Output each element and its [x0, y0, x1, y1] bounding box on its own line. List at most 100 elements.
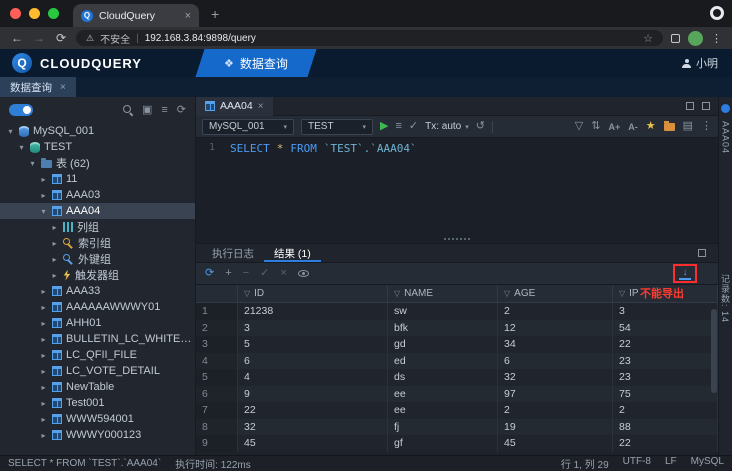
tree-item[interactable]: ▸ NewTable: [0, 379, 195, 395]
table-cell[interactable]: 22: [613, 435, 718, 452]
add-row-icon[interactable]: +: [225, 268, 231, 279]
table-cell[interactable]: 23: [613, 352, 718, 369]
fullscreen-icon[interactable]: [686, 102, 694, 110]
tx-mode-select[interactable]: Tx: auto ▾: [425, 121, 469, 132]
tab-results[interactable]: 结果 (1): [264, 244, 321, 262]
run-query-button[interactable]: ▶: [380, 121, 388, 132]
filter-icon[interactable]: ▽: [504, 289, 510, 298]
tree-item[interactable]: ▸ Test001: [0, 395, 195, 411]
tree-item[interactable]: ▾ 表 (62): [0, 155, 195, 171]
filter-icon[interactable]: ▽: [575, 121, 583, 132]
row-number-cell[interactable]: 5: [196, 369, 238, 386]
table-cell[interactable]: 3: [238, 319, 388, 336]
table-cell[interactable]: 32: [238, 418, 388, 435]
column-header[interactable]: ▽ AGE: [498, 285, 613, 302]
tree-item[interactable]: ▸ 触发器组: [0, 267, 195, 283]
search-icon[interactable]: [122, 105, 133, 115]
filter-icon[interactable]: ▽: [394, 289, 400, 298]
table-cell[interactable]: bfk: [388, 319, 498, 336]
close-window-button[interactable]: [10, 8, 21, 19]
table-cell[interactable]: 3: [613, 303, 718, 320]
filter-icon[interactable]: ▽: [244, 289, 250, 298]
table-row[interactable]: 5 4 ds 32 23: [196, 369, 718, 386]
sql-editor[interactable]: 1 SELECT * FROM `TEST`.`AAA04`: [196, 138, 718, 244]
delete-row-icon[interactable]: −: [243, 268, 249, 279]
validate-icon[interactable]: ✓: [409, 121, 418, 132]
assistant-icon[interactable]: [721, 104, 730, 113]
forward-icon[interactable]: →: [32, 31, 46, 45]
table-row[interactable]: 7 22 ee 2 2: [196, 402, 718, 419]
reload-icon[interactable]: ⟳: [54, 31, 68, 45]
chevron-right-icon[interactable]: ▸: [50, 239, 59, 248]
row-number-cell[interactable]: 3: [196, 336, 238, 353]
table-row[interactable]: 2 3 bfk 12 54: [196, 319, 718, 336]
refresh-tree-icon[interactable]: ⟳: [177, 104, 186, 116]
table-row[interactable]: 1 21238 sw 2 3: [196, 303, 718, 320]
refresh-results-icon[interactable]: ⟳: [205, 268, 214, 279]
table-cell[interactable]: 34: [498, 336, 613, 353]
table-cell[interactable]: 97: [498, 385, 613, 402]
table-cell[interactable]: 6: [238, 352, 388, 369]
chevron-right-icon[interactable]: ▸: [39, 303, 48, 312]
column-header[interactable]: ▽ NAME: [388, 285, 498, 302]
tree-item[interactable]: ▾ TEST: [0, 139, 195, 155]
table-cell[interactable]: 45: [238, 435, 388, 452]
table-row[interactable]: 4 6 ed 6 23: [196, 352, 718, 369]
table-row[interactable]: 8 32 fj 19 88: [196, 418, 718, 435]
chevron-right-icon[interactable]: ▸: [39, 319, 48, 328]
tree-item[interactable]: ▸ LC_VOTE_DETAIL: [0, 363, 195, 379]
browser-menu-icon[interactable]: ⋮: [711, 32, 722, 45]
table-cell[interactable]: 2: [498, 402, 613, 419]
chevron-right-icon[interactable]: ▸: [39, 431, 48, 440]
tree-item[interactable]: ▸ AAAAAAWWWY01: [0, 299, 195, 315]
row-number-cell[interactable]: 8: [196, 418, 238, 435]
workspace-tab-data-query[interactable]: 数据查询 ×: [0, 77, 76, 97]
table-cell[interactable]: 45: [498, 435, 613, 452]
tree-item[interactable]: ▸ BULLETIN_LC_WHITELIST_: [0, 331, 195, 347]
tree-item[interactable]: ▸ 11: [0, 171, 195, 187]
tree-item[interactable]: ▸ AAA03: [0, 187, 195, 203]
layout-icon[interactable]: [702, 102, 710, 110]
results-scrollbar[interactable]: [711, 309, 717, 393]
table-cell[interactable]: 23: [613, 369, 718, 386]
connection-select[interactable]: MySQL_001 ▾: [202, 118, 294, 135]
minimize-window-button[interactable]: [29, 8, 40, 19]
chevron-right-icon[interactable]: ▸: [39, 383, 48, 392]
table-cell[interactable]: 21238: [238, 303, 388, 320]
tree-item[interactable]: ▸ WWWY000123: [0, 427, 195, 443]
chevron-down-icon[interactable]: ▾: [6, 127, 15, 136]
rollback-icon[interactable]: ×: [280, 268, 286, 279]
tree-item[interactable]: ▸ 外键组: [0, 251, 195, 267]
row-number-cell[interactable]: 2: [196, 319, 238, 336]
chevron-right-icon[interactable]: ▸: [39, 335, 48, 344]
more-menu-icon[interactable]: ⋮: [701, 121, 712, 132]
close-icon[interactable]: ×: [60, 82, 66, 93]
chevron-right-icon[interactable]: ▸: [39, 175, 48, 184]
chevron-down-icon[interactable]: ▾: [28, 159, 37, 168]
row-number-cell[interactable]: 9: [196, 435, 238, 452]
table-cell[interactable]: 9: [238, 385, 388, 402]
back-icon[interactable]: ←: [10, 31, 24, 45]
sql-code-line[interactable]: SELECT * FROM `TEST`.`AAA04`: [230, 142, 417, 155]
format-sql-icon[interactable]: ≡: [395, 121, 401, 132]
table-cell[interactable]: 6: [498, 352, 613, 369]
tree-item[interactable]: ▸ AHH01: [0, 315, 195, 331]
table-cell[interactable]: gf: [388, 435, 498, 452]
font-decrease-icon[interactable]: A-: [628, 122, 638, 132]
table-cell[interactable]: 22: [613, 336, 718, 353]
collapse-all-icon[interactable]: ≡: [161, 104, 167, 116]
browser-tab[interactable]: Q CloudQuery ×: [73, 4, 199, 27]
editor-tab-aaa04[interactable]: AAA04 ×: [196, 96, 273, 116]
tree-item[interactable]: ▸ 列组: [0, 219, 195, 235]
close-icon[interactable]: ×: [258, 101, 264, 112]
resize-handle-icon[interactable]: [444, 238, 470, 240]
row-number-cell[interactable]: 6: [196, 385, 238, 402]
table-cell[interactable]: gd: [388, 336, 498, 353]
chevron-right-icon[interactable]: ▸: [50, 271, 59, 280]
chevron-down-icon[interactable]: ▾: [17, 143, 26, 152]
chevron-right-icon[interactable]: ▸: [50, 255, 59, 264]
grid-view-icon[interactable]: ▤: [683, 121, 693, 132]
address-bar[interactable]: ⚠ 不安全 | 192.168.3.84:9898/query ☆: [76, 30, 663, 46]
sidebar-toggle-switch[interactable]: [9, 104, 33, 116]
row-number-cell[interactable]: 4: [196, 352, 238, 369]
